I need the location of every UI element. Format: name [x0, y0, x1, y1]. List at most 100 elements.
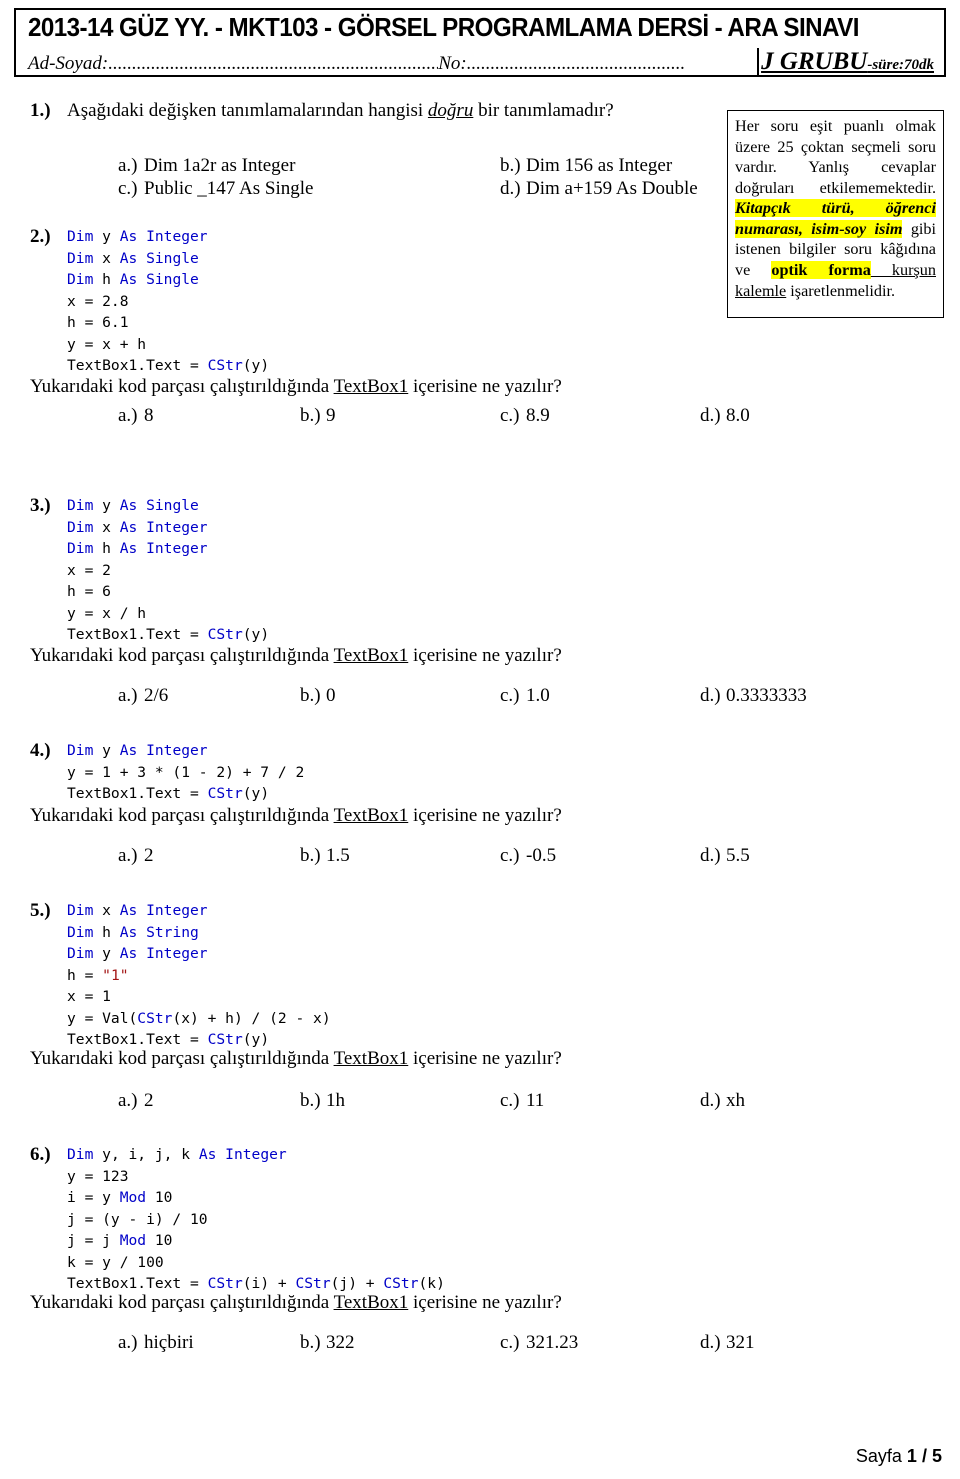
- code-keyword: As Integer: [119, 228, 208, 245]
- option-row: a.) Dim 1a2r as Integer b.) Dim 156 as Int…: [0, 155, 960, 178]
- option-c-key: c.): [500, 405, 520, 426]
- code-keyword: Dim: [67, 228, 103, 245]
- code-line: Dim h As String: [67, 922, 331, 944]
- option-a-text: 2/6: [144, 685, 169, 706]
- option-b[interactable]: b.) 9: [300, 405, 336, 427]
- code-text: x: [102, 902, 120, 919]
- option-a[interactable]: a.) 2/6: [118, 685, 168, 707]
- option-a-text: hiçbiri: [144, 1332, 194, 1353]
- code-keyword: Mod: [119, 1232, 147, 1249]
- option-b[interactable]: b.) 0: [300, 685, 336, 707]
- code-text: i = y: [67, 1189, 120, 1206]
- option-b-text: 9: [326, 405, 336, 426]
- code-string: "1": [102, 966, 129, 984]
- option-a[interactable]: a.) Dim 1a2r as Integer: [118, 155, 295, 177]
- option-d[interactable]: d.) Dim a+159 As Double: [500, 178, 698, 200]
- option-a-key: a.): [118, 1332, 138, 1353]
- code-text: j = (y - i) / 10: [67, 1210, 208, 1228]
- code-keyword: CStr: [207, 1031, 243, 1048]
- option-c[interactable]: c.) 1.0: [500, 685, 550, 707]
- code-text: y, i, j, k: [102, 1146, 199, 1163]
- ask-emphasis: TextBox1: [333, 1048, 409, 1069]
- option-c[interactable]: c.) -0.5: [500, 845, 556, 867]
- code-line: x = 1: [67, 986, 331, 1008]
- question-1-prompt-pre: Aşağıdaki değişken tanımlamalarından han…: [67, 100, 428, 121]
- option-d[interactable]: d.) 321: [700, 1332, 755, 1354]
- code-text: h = 6.1: [67, 314, 129, 331]
- page-footer: Sayfa 1 / 5: [856, 1446, 942, 1467]
- option-d-key: d.): [500, 178, 521, 199]
- code-text: y: [102, 228, 120, 245]
- option-c[interactable]: c.) 11: [500, 1090, 544, 1112]
- code-text: 10: [146, 1189, 173, 1206]
- option-a-key: a.): [118, 155, 138, 176]
- question-2-options: a.) 8 b.) 9 c.) 8.9 d.) 8.0: [0, 405, 960, 429]
- question-1-options: a.) Dim 1a2r as Integer b.) Dim 156 as Int…: [0, 155, 960, 201]
- option-a-text: 8: [144, 405, 154, 426]
- option-d-text: Dim a+159 As Double: [526, 178, 698, 199]
- option-b[interactable]: b.) 1.5: [300, 845, 350, 867]
- code-line: y = 123: [67, 1166, 445, 1188]
- code-keyword: Dim: [67, 1146, 103, 1163]
- footer-page-number: 1: [906, 1446, 917, 1466]
- option-b[interactable]: b.) 322: [300, 1332, 355, 1354]
- option-c-key: c.): [118, 178, 138, 199]
- code-line: j = (y - i) / 10: [67, 1209, 445, 1231]
- option-c[interactable]: c.) Public _147 As Single: [118, 178, 313, 200]
- option-c-text: Public _147 As Single: [144, 178, 314, 199]
- option-b[interactable]: b.) 1h: [300, 1090, 345, 1112]
- code-keyword: CStr: [383, 1275, 419, 1292]
- code-line: TextBox1.Text = CStr(y): [67, 355, 269, 377]
- option-a-key: a.): [118, 845, 138, 866]
- code-keyword: CStr: [295, 1275, 331, 1292]
- code-text: x = 2: [67, 561, 111, 579]
- option-row: c.) Public _147 As Single d.) Dim a+159 As…: [0, 178, 960, 201]
- option-d-key: d.): [700, 405, 721, 426]
- option-a[interactable]: a.) 2: [118, 845, 154, 867]
- code-text: h: [102, 540, 120, 557]
- code-line: h = 6: [67, 581, 269, 603]
- code-line: Dim y, i, j, k As Integer: [67, 1144, 445, 1166]
- code-text: j = j: [67, 1232, 120, 1249]
- question-5-options: a.) 2 b.) 1h c.) 11 d.) xh: [0, 1090, 960, 1114]
- question-1-number: 1.): [30, 100, 51, 121]
- number-dots[interactable]: ........................................…: [467, 53, 757, 75]
- code-line: y = x / h: [67, 603, 269, 625]
- code-line: h = "1": [67, 965, 331, 987]
- question-6-options: a.) hiçbiri b.) 322 c.) 321.23 d.) 321: [0, 1332, 960, 1356]
- option-a[interactable]: a.) 2: [118, 1090, 154, 1112]
- name-dots[interactable]: ........................................…: [108, 53, 438, 75]
- option-d[interactable]: d.) 8.0: [700, 405, 750, 427]
- ask-emphasis: TextBox1: [333, 645, 409, 666]
- option-d[interactable]: d.) 5.5: [700, 845, 750, 867]
- code-keyword: As Integer: [198, 1146, 287, 1163]
- footer-separator: /: [921, 1446, 927, 1466]
- ask-emphasis: TextBox1: [333, 1292, 409, 1313]
- code-keyword: As String: [119, 923, 199, 941]
- code-text: y = 1 + 3 * (1 - 2) + 7 / 2: [67, 763, 305, 781]
- option-c[interactable]: c.) 8.9: [500, 405, 550, 427]
- option-c[interactable]: c.) 321.23: [500, 1332, 578, 1354]
- ask-pre: Yukarıdaki kod parçası çalıştırıldığında: [30, 805, 334, 826]
- ask-emphasis: TextBox1: [333, 376, 409, 397]
- option-b[interactable]: b.) Dim 156 as Integer: [500, 155, 672, 177]
- code-line: x = 2.8: [67, 291, 269, 313]
- option-c-text: 11: [526, 1090, 545, 1111]
- option-d[interactable]: d.) 0.3333333: [700, 685, 807, 707]
- question-5-ask: Yukarıdaki kod parçası çalıştırıldığında…: [30, 1048, 562, 1070]
- question-2-code: Dim y As Integer Dim x As Single Dim h As …: [67, 226, 269, 377]
- option-d[interactable]: d.) xh: [700, 1090, 745, 1112]
- code-keyword: Dim: [67, 902, 103, 919]
- option-d-text: xh: [726, 1090, 745, 1111]
- code-text: k = y / 100: [67, 1253, 164, 1271]
- option-c-key: c.): [500, 1332, 520, 1353]
- option-a[interactable]: a.) hiçbiri: [118, 1332, 194, 1354]
- option-d-text: 5.5: [726, 845, 750, 866]
- option-a[interactable]: a.) 8: [118, 405, 154, 427]
- option-b-text: Dim 156 as Integer: [526, 155, 673, 176]
- code-text: y: [102, 742, 120, 759]
- code-text: x = 1: [67, 988, 111, 1005]
- option-b-key: b.): [300, 1090, 321, 1111]
- exam-header-box: 2013-14 GÜZ YY. - MKT103 - GÖRSEL PROGRA…: [14, 8, 946, 77]
- code-text: (k): [418, 1275, 445, 1292]
